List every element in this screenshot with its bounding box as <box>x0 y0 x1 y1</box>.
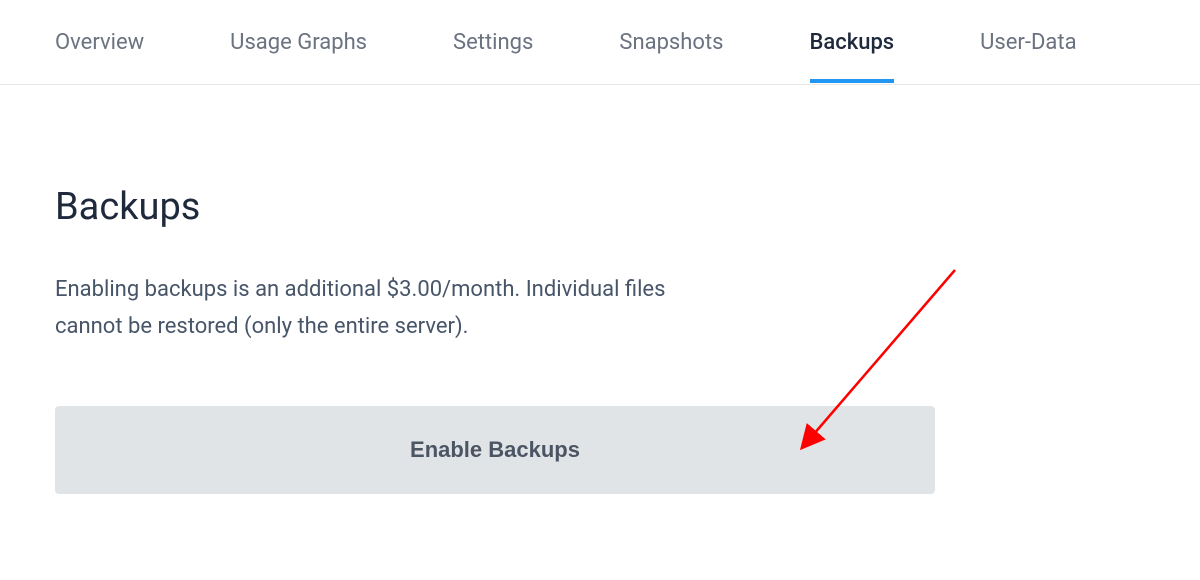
tab-usage-graphs[interactable]: Usage Graphs <box>230 2 367 83</box>
tab-overview[interactable]: Overview <box>55 2 144 83</box>
tab-snapshots[interactable]: Snapshots <box>619 2 723 83</box>
tab-user-data[interactable]: User-Data <box>980 2 1076 83</box>
enable-backups-button[interactable]: Enable Backups <box>55 406 935 494</box>
page-description: Enabling backups is an additional $3.00/… <box>55 271 695 346</box>
tab-backups[interactable]: Backups <box>810 2 895 83</box>
page-title: Backups <box>55 185 1145 229</box>
tab-settings[interactable]: Settings <box>453 2 533 83</box>
content-area: Backups Enabling backups is an additiona… <box>0 85 1200 494</box>
tab-bar: Overview Usage Graphs Settings Snapshots… <box>0 0 1200 85</box>
